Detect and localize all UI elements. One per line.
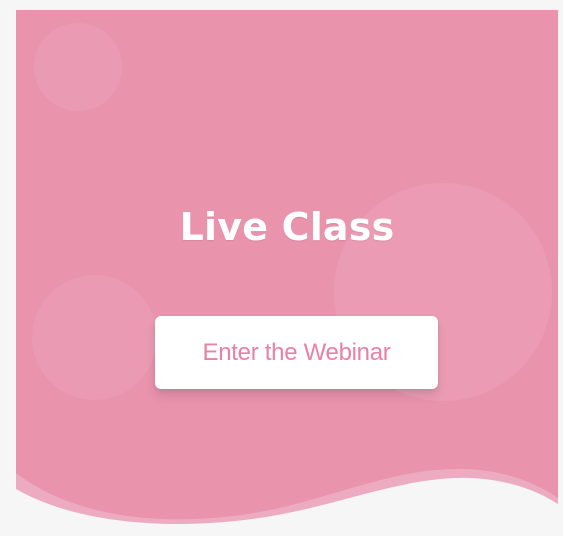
page: Live Class Enter the Webinar xyxy=(0,0,563,536)
decorative-circle-left xyxy=(32,275,157,400)
enter-webinar-button[interactable]: Enter the Webinar xyxy=(155,316,438,389)
card-title: Live Class xyxy=(179,205,395,249)
decorative-circle-top-left xyxy=(34,23,122,111)
live-class-card: Live Class Enter the Webinar xyxy=(16,10,558,536)
bottom-wave-decoration xyxy=(16,468,558,536)
